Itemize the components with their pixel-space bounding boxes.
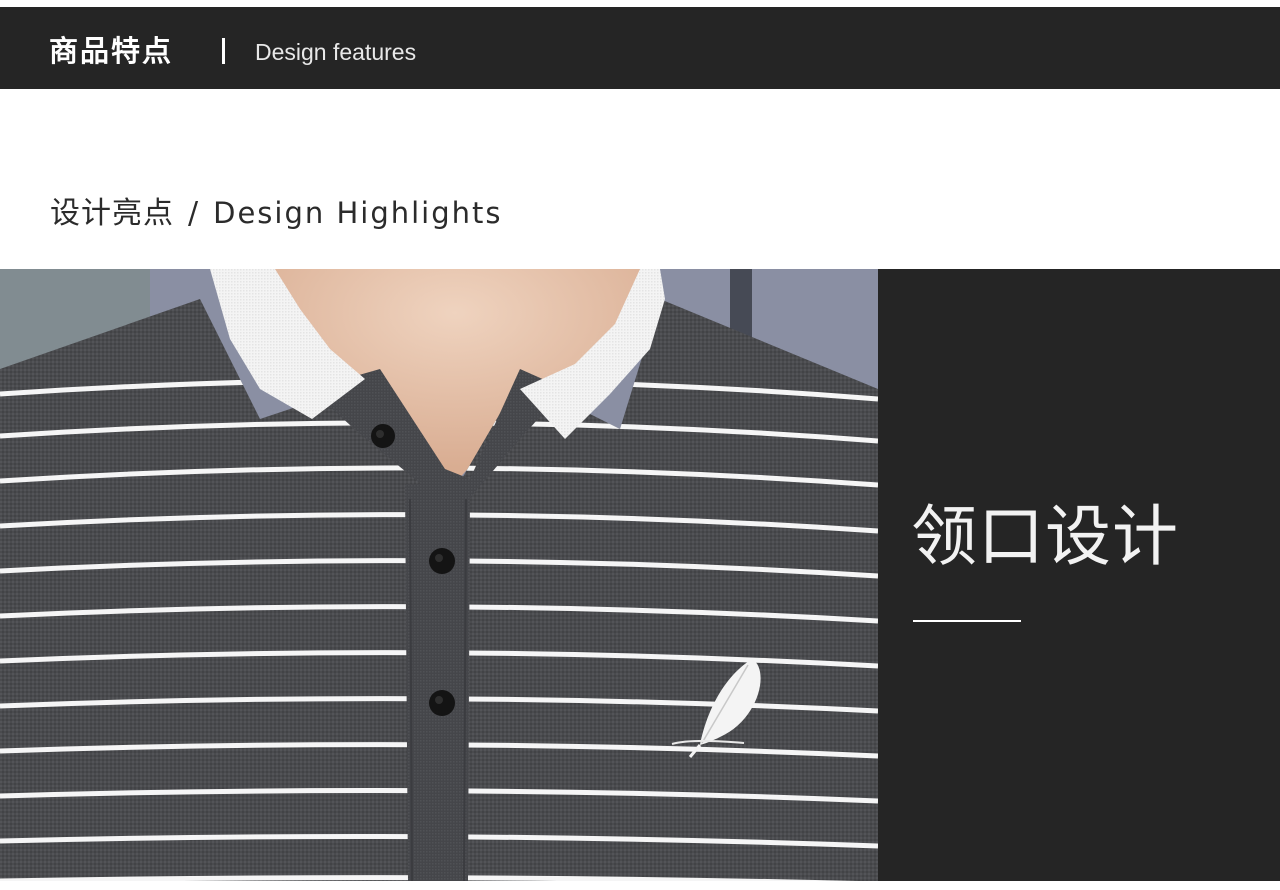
product-photo xyxy=(0,269,878,881)
feature-title: 领口设计 xyxy=(911,498,1179,575)
feature-panel: 领口设计 xyxy=(878,269,1280,881)
top-edge xyxy=(0,0,1280,7)
section-title-separator: / xyxy=(188,196,200,231)
placket-button-upper xyxy=(429,548,455,574)
section-title-cn: 设计亮点 xyxy=(50,196,174,231)
placket xyxy=(405,484,470,881)
header-divider xyxy=(222,38,225,64)
bottom-edge xyxy=(0,881,1280,890)
feature-underline xyxy=(913,620,1021,622)
section-title-en: Design Highlights xyxy=(213,196,503,230)
section-title: 设计亮点 / Design Highlights xyxy=(50,193,503,234)
placket-button-lower xyxy=(429,690,455,716)
header-bar: 商品特点 Design features xyxy=(0,7,1280,89)
header-title-en: Design features xyxy=(255,39,417,65)
polo-shirt-illustration xyxy=(0,269,878,881)
header-title-cn: 商品特点 xyxy=(49,34,174,68)
